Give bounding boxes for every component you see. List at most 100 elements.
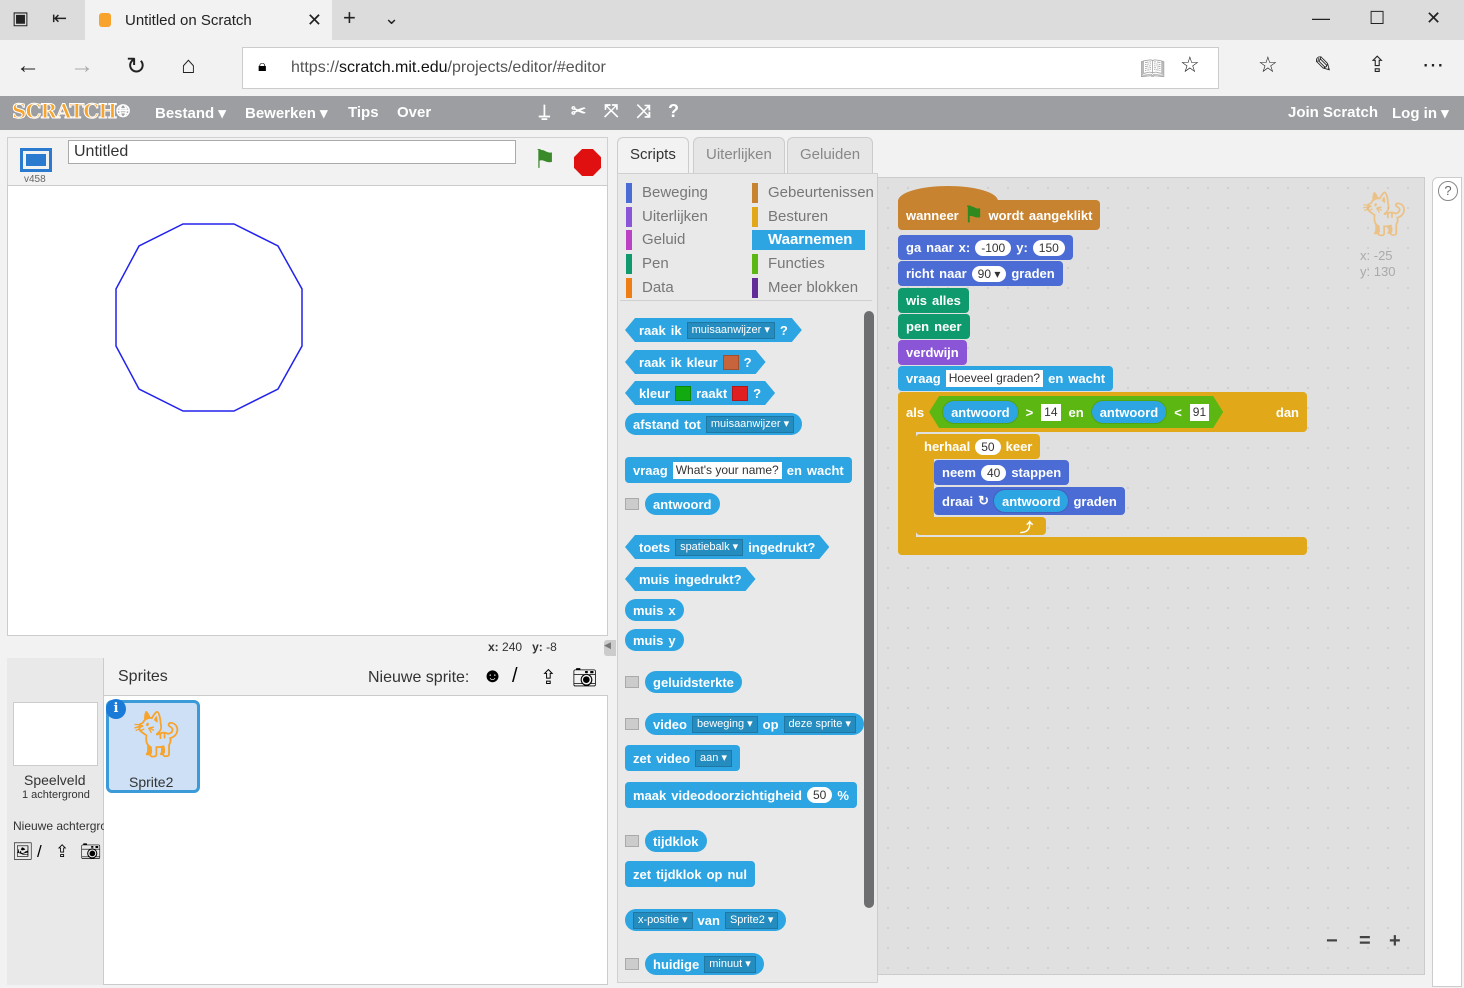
number-input[interactable]: 50 [975, 438, 1001, 455]
backdrop-library-icon[interactable]: 🖼︎ [12, 842, 34, 862]
palette-block[interactable]: zet video aan ▾ [625, 745, 740, 771]
camera-backdrop-icon[interactable]: 📷︎ [80, 842, 102, 862]
close-tab-icon[interactable]: ✕ [307, 10, 322, 31]
palette-block[interactable]: huidige minuut ▾ [645, 953, 764, 975]
dropdown-input[interactable]: Sprite2 ▾ [724, 911, 779, 929]
close-window-icon[interactable]: ✕ [1426, 8, 1441, 29]
hide-block[interactable]: verdwijn [898, 340, 967, 365]
palette-scrollbar[interactable] [864, 311, 874, 908]
help-icon[interactable]: ? [668, 101, 679, 122]
palette-block[interactable]: zet tijdklok op nul [625, 861, 755, 887]
zoom-reset-icon[interactable]: = [1359, 930, 1371, 953]
category-functies[interactable]: Functies [752, 254, 825, 275]
monitor-checkbox[interactable] [625, 835, 639, 847]
color-swatch[interactable] [675, 386, 691, 401]
shrink-icon[interactable]: ⤨ [636, 101, 650, 122]
category-beweging[interactable]: Beweging [626, 183, 708, 203]
login-menu[interactable]: Log in ▾ [1392, 104, 1449, 122]
category-besturen[interactable]: Besturen [752, 206, 828, 227]
scratch-logo[interactable]: SCRATCH [11, 99, 117, 124]
menu-about[interactable]: Over [397, 104, 431, 121]
palette-block[interactable]: raak ik muisaanwijzer ▾? [625, 318, 802, 342]
clear-block[interactable]: wis alles [898, 288, 969, 313]
palette-block[interactable]: video beweging ▾ op deze sprite ▾ [645, 713, 864, 735]
number-input[interactable]: 50 [806, 787, 833, 803]
menu-edit[interactable]: Bewerken ▾ [245, 104, 328, 122]
monitor-checkbox[interactable] [625, 958, 639, 970]
dropdown-input[interactable]: aan ▾ [695, 749, 732, 767]
pen-down-block[interactable]: pen neer [898, 314, 970, 339]
palette-block[interactable]: muis y [625, 629, 684, 651]
duplicate-stamp-icon[interactable]: ⍊ [539, 101, 550, 122]
minimize-icon[interactable]: — [1312, 8, 1330, 29]
paint-backdrop-icon[interactable]: / [37, 842, 42, 862]
category-geluid[interactable]: Geluid [626, 230, 685, 251]
category-uiterlijken[interactable]: Uiterlijken [626, 206, 708, 227]
menu-tips[interactable]: Tips [348, 104, 379, 121]
home-icon[interactable]: ⌂ [181, 52, 196, 80]
monitor-checkbox[interactable] [625, 676, 639, 688]
monitor-checkbox[interactable] [625, 498, 639, 510]
reading-view-icon[interactable]: 📖︎ [1140, 56, 1165, 81]
when-flag-clicked-block[interactable]: wanneer ⚑ wordt aangeklikt [898, 200, 1101, 230]
dropdown-input[interactable]: beweging ▾ [691, 715, 758, 733]
category-pen[interactable]: Pen [626, 254, 669, 275]
dropdown-input[interactable]: muisaanwijzer ▾ [687, 322, 775, 339]
dropdown-input[interactable]: muisaanwijzer ▾ [705, 415, 795, 433]
stage-canvas[interactable] [7, 185, 608, 636]
number-input[interactable]: 150 [1032, 239, 1065, 256]
camera-sprite-icon[interactable]: 📷︎ [572, 665, 597, 690]
more-icon[interactable]: ⋯ [1422, 52, 1444, 78]
forward-icon[interactable]: → [70, 52, 94, 80]
sprite-info-icon[interactable]: i [106, 699, 126, 719]
upload-backdrop-icon[interactable]: ⇪ [55, 842, 69, 862]
favorite-star-icon[interactable]: ☆ [1180, 52, 1200, 78]
text-input[interactable]: What's your name? [672, 461, 782, 479]
palette-block[interactable]: toets spatiebalk ▾ ingedrukt? [625, 535, 829, 559]
share-icon[interactable]: ⇪ [1368, 52, 1386, 78]
move-steps-block[interactable]: neem 40 stappen [934, 460, 1070, 485]
zoom-in-icon[interactable]: + [1389, 930, 1401, 953]
go-to-xy-block[interactable]: ga naar x: -100 y: 150 [898, 235, 1073, 260]
language-globe-icon[interactable]: 🌐︎ [116, 101, 130, 122]
refresh-icon[interactable]: ↻ [126, 52, 146, 81]
repeat-block[interactable]: herhaal 50 keer [916, 434, 1041, 459]
zoom-out-icon[interactable]: − [1326, 930, 1338, 953]
palette-block[interactable]: x-positie ▾ van Sprite2 ▾ [625, 909, 787, 931]
palette-block[interactable]: kleur raakt? [625, 381, 775, 405]
number-input[interactable]: 40 [980, 464, 1007, 481]
tab-preview-chevron-icon[interactable]: ⌄ [384, 8, 399, 29]
category-gebeurtenissen[interactable]: Gebeurtenissen [752, 183, 874, 203]
palette-block[interactable]: antwoord [645, 493, 720, 515]
address-bar[interactable]: https://scratch.mit.edu/projects/editor/… [242, 47, 1219, 89]
palette-block[interactable]: tijdklok [645, 830, 707, 852]
ask-and-wait-block[interactable]: vraag Hoeveel graden? en wacht [898, 366, 1114, 391]
dropdown-input[interactable]: x-positie ▾ [633, 911, 693, 929]
set-aside-tabs-icon[interactable]: ⇤ [52, 8, 67, 29]
text-input[interactable]: 91 [1190, 404, 1209, 421]
tab-scripts[interactable]: Scripts [617, 137, 689, 174]
dropdown-input[interactable]: deze sprite ▾ [783, 715, 856, 733]
presentation-mode-icon[interactable] [20, 148, 52, 172]
text-input[interactable]: Hoeveel graden? [945, 370, 1044, 387]
point-in-direction-block[interactable]: richt naar 90 ▾ graden [898, 261, 1063, 286]
grow-icon[interactable]: ⤧ [604, 101, 618, 122]
category-meer-blokken[interactable]: Meer blokken [752, 277, 858, 298]
web-note-icon[interactable]: ✎ [1314, 52, 1332, 78]
palette-block[interactable]: raak ik kleur? [625, 350, 766, 374]
color-swatch[interactable] [723, 355, 739, 370]
favorites-list-icon[interactable]: ☆ [1258, 52, 1278, 78]
browser-tab[interactable]: Untitled on Scratch ✕ [85, 0, 332, 40]
menu-file[interactable]: Bestand ▾ [155, 104, 226, 122]
dropdown-input[interactable]: spatiebalk ▾ [675, 539, 743, 556]
back-icon[interactable]: ← [16, 52, 40, 80]
palette-block[interactable]: muis x [625, 599, 684, 621]
green-flag-icon[interactable]: ⚑ [533, 144, 556, 175]
collapse-stage-icon[interactable]: ◀ [604, 640, 616, 656]
if-then-block[interactable]: als antwoord >14 en antwoord <91 dan [898, 392, 1307, 432]
new-tab-icon[interactable]: + [343, 5, 356, 31]
tab-costumes[interactable]: Uiterlijken [693, 137, 785, 173]
palette-block[interactable]: muis ingedrukt? [625, 567, 756, 591]
number-input[interactable]: -100 [975, 239, 1012, 256]
palette-block[interactable]: afstand tot muisaanwijzer ▾ [625, 413, 803, 435]
